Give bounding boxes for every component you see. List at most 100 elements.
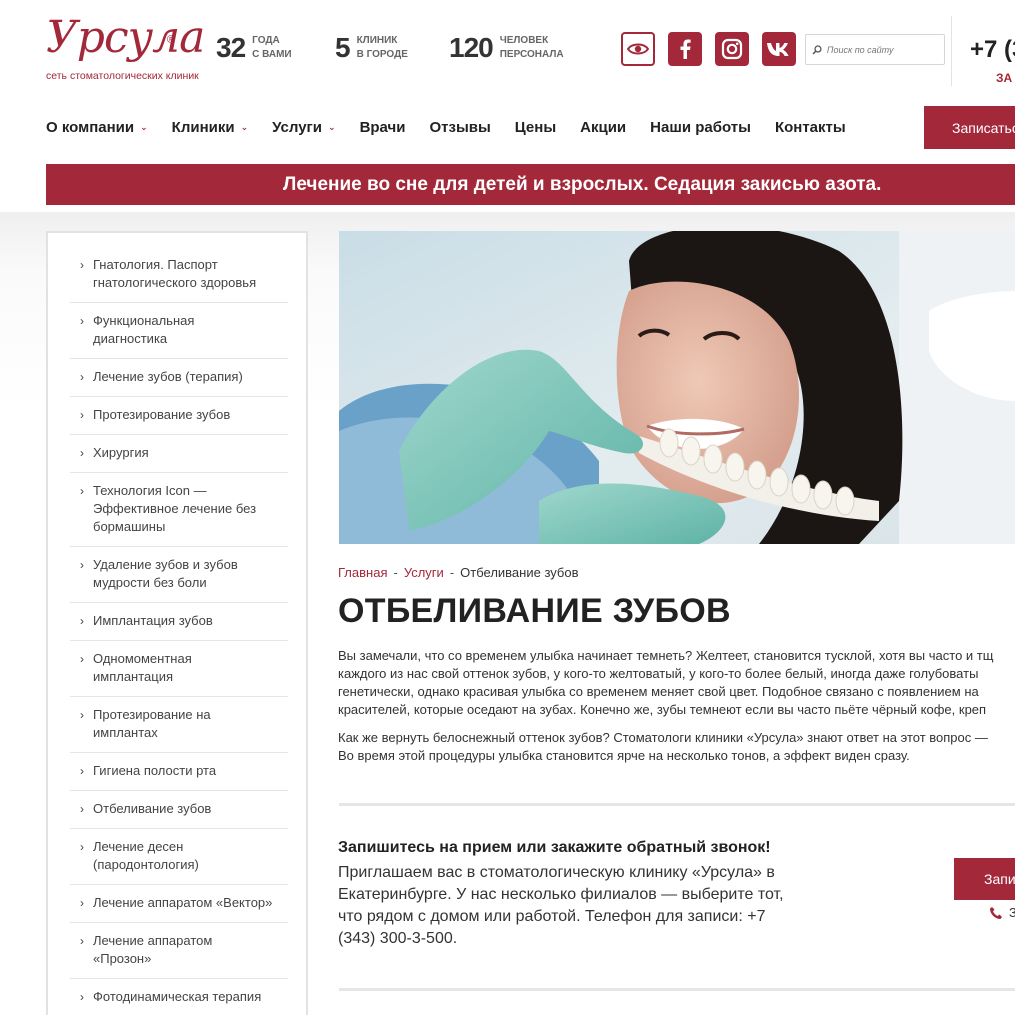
header-callback-link[interactable]: ЗА (996, 71, 1012, 85)
cta-book-button[interactable]: Запи (954, 858, 1015, 900)
eye-icon (627, 43, 649, 55)
sidebar-item[interactable]: › Лечение аппаратом «Вектор» (70, 885, 288, 923)
sidebar-item[interactable]: › Функциональная диагностика (70, 303, 288, 359)
sidebar-item-label: Имплантация зубов (93, 613, 213, 628)
sidebar-item-label: Функциональная диагностика (93, 313, 195, 346)
intro-paragraph: Вы замечали, что со временем улыбка начи… (338, 647, 1015, 719)
stat-number: 5 (335, 32, 351, 63)
sidebar-item[interactable]: › Удаление зубов и зубов мудрости без бол… (70, 547, 288, 603)
chevron-right-icon: › (80, 446, 84, 460)
nav-label: Контакты (774, 118, 846, 136)
stat-number: 120 (449, 32, 494, 63)
book-appointment-button[interactable]: Записаться (924, 106, 1015, 149)
cta-phone-text: З (1009, 905, 1015, 920)
sidebar-item-label: Гигиена полости рта (93, 763, 217, 778)
sidebar-item[interactable]: › Отбеливание зубов (70, 791, 288, 829)
stat-label: КЛИНИК В ГОРОДЕ (356, 35, 408, 60)
stat-label: ЧЕЛОВЕК ПЕРСОНАЛА (499, 35, 564, 60)
header-divider (951, 16, 952, 86)
stat-years: 32 ГОДА С ВАМИ (216, 28, 322, 68)
nav-item-prices[interactable]: Цены (515, 119, 556, 136)
nav-label: Наши работы (650, 118, 751, 136)
chevron-right-icon: › (80, 708, 84, 722)
sidebar-item[interactable]: › Хирургия (70, 435, 288, 473)
nav-label: О компании (46, 118, 135, 136)
chevron-down-icon: ⌄ (140, 121, 148, 132)
breadcrumb-services[interactable]: Услуги (404, 565, 444, 580)
stat-staff: 120 ЧЕЛОВЕК ПЕРСОНАЛА (449, 28, 570, 68)
nav-item-contacts[interactable]: Контакты (775, 119, 846, 136)
paragraph-line: Во время этой процедуры улыбка становитс… (338, 748, 910, 763)
stat-clinics: 5 КЛИНИК В ГОРОДЕ (335, 28, 427, 68)
facebook-link[interactable] (668, 32, 702, 66)
nav-label: Цены (514, 118, 557, 136)
nav-item-services[interactable]: Услуги ⌄ (272, 119, 335, 136)
breadcrumb-separator: - (393, 565, 398, 580)
sidebar-item-label: Одномоментная имплантация (93, 651, 192, 684)
paragraph-line: генетически, однако красивая улыбка со в… (338, 684, 979, 699)
divider (339, 803, 1015, 806)
nav-label: Услуги (272, 118, 323, 136)
cta-title: Запишитесь на прием или закажите обратны… (338, 839, 771, 856)
nav-item-portfolio[interactable]: Наши работы (650, 119, 751, 136)
nav-label: Акции (580, 118, 627, 136)
sidebar-item[interactable]: › Протезирование зубов (70, 397, 288, 435)
chevron-right-icon: › (80, 314, 84, 328)
sidebar-item[interactable]: › Гнатология. Паспорт гнатологического зд… (70, 247, 288, 303)
logo[interactable]: Урсула ® сеть стоматологических клиник (46, 12, 206, 87)
breadcrumb: Главная - Услуги - Отбеливание зубов (338, 565, 578, 580)
sidebar-item[interactable]: › Лечение десен (пародонтология) (70, 829, 288, 885)
nav-item-reviews[interactable]: Отзывы (429, 119, 490, 136)
sidebar-item[interactable]: › Лечение аппаратом «Прозон» (70, 923, 288, 979)
breadcrumb-separator: - (449, 565, 455, 580)
sidebar-item-label: Фотодинамическая терапия (93, 989, 262, 1004)
chevron-right-icon: › (80, 370, 84, 384)
site-header: Урсула ® сеть стоматологических клиник 3… (0, 0, 1015, 100)
chevron-right-icon: › (80, 258, 84, 272)
nav-label: Врачи (359, 118, 406, 136)
chevron-right-icon: › (80, 484, 84, 498)
nav-label: Клиники (171, 118, 235, 136)
sidebar-item-label: Протезирование зубов (93, 407, 231, 422)
sidebar-item-label: Лечение зубов (терапия) (93, 369, 243, 384)
chevron-down-icon: ⌄ (328, 121, 336, 132)
nav-label: Отзывы (429, 118, 491, 136)
page-title: ОТБЕЛИВАНИЕ ЗУБОВ (338, 592, 731, 630)
sidebar-item[interactable]: › Имплантация зубов (70, 603, 288, 641)
search-input[interactable] (826, 44, 944, 55)
hero-image (339, 231, 1015, 544)
header-phone[interactable]: +7 (3 (970, 36, 1015, 64)
search-icon (812, 44, 822, 54)
cta-line: Приглашаем вас в стоматологическую клини… (338, 864, 775, 881)
sidebar-item[interactable]: › Протезирование на имплантах (70, 697, 288, 753)
vk-link[interactable] (762, 32, 796, 66)
chevron-right-icon: › (80, 802, 84, 816)
sidebar-item[interactable]: › Одномоментная имплантация (70, 641, 288, 697)
stat-number: 32 (216, 32, 246, 63)
cta-line: Екатеринбурге. У нас несколько филиалов … (338, 886, 784, 903)
instagram-link[interactable] (715, 32, 749, 66)
cta-text: Приглашаем вас в стоматологическую клини… (338, 862, 818, 950)
sidebar-item[interactable]: › Лечение зубов (терапия) (70, 359, 288, 397)
cta-phone-link[interactable]: З (989, 905, 1015, 920)
nav-item-clinics[interactable]: Клиники ⌄ (172, 119, 248, 136)
sidebar-item[interactable]: › Гигиена полости рта (70, 753, 288, 791)
search-box[interactable] (805, 34, 945, 65)
low-vision-button[interactable] (621, 32, 655, 66)
divider (339, 988, 1015, 991)
second-paragraph: Как же вернуть белоснежный оттенок зубов… (338, 729, 1015, 765)
nav-item-about[interactable]: О компании ⌄ (46, 119, 148, 136)
promo-banner[interactable]: Лечение во сне для детей и взрослых. Сед… (46, 164, 1015, 205)
sidebar-item-label: Хирургия (93, 445, 149, 460)
logo-text: Урсула (46, 12, 205, 63)
paragraph-line: каждого из нас свой оттенок зубов, у ког… (338, 666, 979, 681)
sidebar-item-label: Лечение десен (пародонтология) (93, 839, 199, 872)
sidebar-item-label: Отбеливание зубов (93, 801, 212, 816)
nav-item-promotions[interactable]: Акции (580, 119, 626, 136)
breadcrumb-home[interactable]: Главная (338, 565, 387, 580)
chevron-right-icon: › (80, 896, 84, 910)
nav-item-doctors[interactable]: Врачи (360, 119, 406, 136)
sidebar-item[interactable]: › Технология Icon — Эффективное лечение б… (70, 473, 288, 547)
sidebar-item[interactable]: › Фотодинамическая терапия (70, 979, 288, 1015)
chevron-right-icon: › (80, 934, 84, 948)
